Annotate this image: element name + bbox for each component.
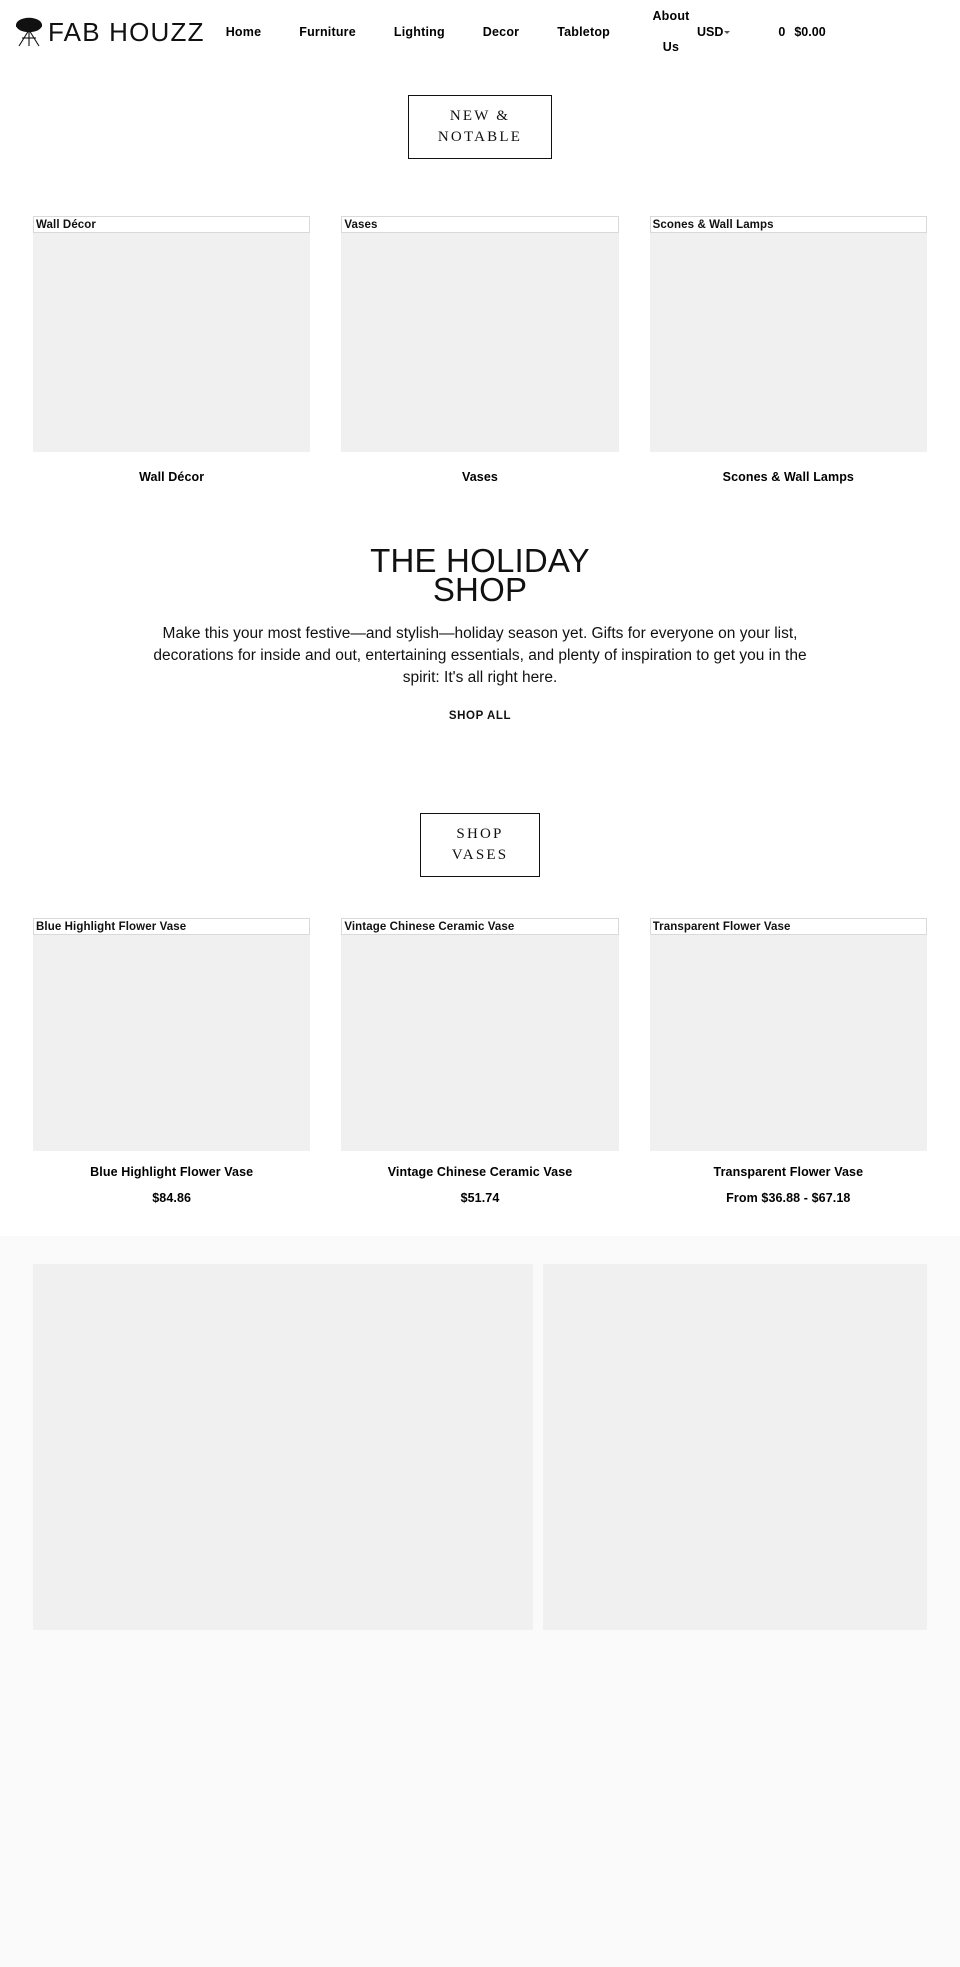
category-card-scones-wall-lamps[interactable]: Scones & Wall Lamps Scones & Wall Lamps: [649, 216, 927, 484]
spacer-after-holiday: [0, 724, 960, 793]
category-card-vases[interactable]: Vases Vases: [341, 216, 619, 484]
bottom-banner-grid: [33, 1264, 927, 1967]
category-image-alt: Wall Décor: [36, 218, 97, 231]
new-notable-button[interactable]: NEW & NOTABLE: [408, 95, 552, 159]
currency-label: USD: [697, 25, 724, 39]
product-grid: Blue Highlight Flower Vase Blue Highligh…: [0, 918, 960, 1205]
chevron-down-icon: [724, 31, 731, 34]
currency-selector[interactable]: USD: [697, 25, 731, 39]
shop-vases-line1: SHOP: [456, 826, 504, 842]
nav-item-home[interactable]: Home: [207, 25, 281, 39]
spacer-after-new-notable: [0, 159, 960, 216]
holiday-title-line2: SHOP: [432, 571, 528, 608]
broken-image-icon: Blue Highlight Flower Vase: [33, 918, 311, 935]
category-caption: Wall Décor: [139, 470, 205, 484]
broken-image-icon: Transparent Flower Vase: [649, 918, 927, 935]
holiday-description: Make this your most festive—and stylish—…: [153, 625, 807, 686]
product-price: From $36.88 - $67.18: [726, 1191, 851, 1205]
shop-vases-section: SHOP VASES: [0, 793, 960, 877]
broken-image-icon: Wall Décor: [33, 216, 311, 233]
chair-logo-icon: [16, 17, 42, 47]
product-image-placeholder: [341, 935, 619, 1151]
shop-all-link[interactable]: SHOP ALL: [449, 710, 511, 723]
bottom-banner-section: [0, 1236, 960, 1967]
product-image-placeholder: [33, 935, 311, 1151]
product-card-transparent-flower-vase[interactable]: Transparent Flower Vase Transparent Flow…: [649, 918, 927, 1205]
broken-image-icon: Scones & Wall Lamps: [649, 216, 927, 233]
banner-image-placeholder-right[interactable]: [543, 1264, 927, 1630]
category-image-alt: Vases: [344, 218, 378, 231]
banner-image-placeholder-left[interactable]: [33, 1264, 533, 1630]
new-notable-section: NEW & NOTABLE: [0, 64, 960, 159]
category-grid: Wall Décor Wall Décor Vases Vases Scones…: [0, 216, 960, 484]
spacer-before-holiday: [0, 484, 960, 546]
product-price: $84.86: [152, 1191, 192, 1205]
product-card-blue-highlight-flower-vase[interactable]: Blue Highlight Flower Vase Blue Highligh…: [33, 918, 311, 1205]
category-image-alt: Scones & Wall Lamps: [652, 218, 774, 231]
product-card-vintage-chinese-ceramic-vase[interactable]: Vintage Chinese Ceramic Vase Vintage Chi…: [341, 918, 619, 1205]
cart-total: $0.00: [794, 25, 826, 39]
cart-count: 0: [778, 25, 786, 39]
category-image-placeholder: [341, 233, 619, 452]
shop-vases-line2: VASES: [451, 847, 509, 863]
product-title: Vintage Chinese Ceramic Vase: [387, 1165, 573, 1179]
product-image-alt: Blue Highlight Flower Vase: [36, 920, 187, 933]
product-price: $51.74: [460, 1191, 500, 1205]
nav-item-about-us[interactable]: About Us: [645, 1, 697, 63]
product-title: Transparent Flower Vase: [713, 1165, 864, 1179]
main-navigation: Home Furniture Lighting Decor Tabletop A…: [207, 1, 697, 63]
product-image-placeholder: [649, 935, 927, 1151]
category-card-wall-decor[interactable]: Wall Décor Wall Décor: [33, 216, 311, 484]
cart-button[interactable]: 0 $0.00: [778, 25, 825, 39]
category-caption: Scones & Wall Lamps: [722, 470, 854, 484]
shop-vases-button[interactable]: SHOP VASES: [420, 813, 540, 877]
nav-item-lighting[interactable]: Lighting: [375, 25, 464, 39]
brand-logo[interactable]: FAB HOUZZ: [14, 16, 205, 48]
holiday-shop-section: THE HOLIDAY SHOP Make this your most fes…: [0, 544, 960, 724]
brand-name: FAB HOUZZ: [48, 17, 205, 47]
nav-item-decor[interactable]: Decor: [464, 25, 538, 39]
broken-image-icon: Vases: [341, 216, 619, 233]
category-image-placeholder: [649, 233, 927, 452]
product-title: Blue Highlight Flower Vase: [90, 1165, 254, 1179]
nav-item-tabletop[interactable]: Tabletop: [538, 25, 629, 39]
category-image-placeholder: [33, 233, 311, 452]
category-caption: Vases: [462, 470, 498, 484]
product-image-alt: Vintage Chinese Ceramic Vase: [344, 920, 515, 933]
broken-image-icon: Vintage Chinese Ceramic Vase: [341, 918, 619, 935]
site-header: FAB HOUZZ Home Furniture Lighting Decor …: [0, 0, 960, 64]
header-utilities: USD 0 $0.00: [697, 25, 960, 39]
spacer-before-products: [0, 877, 960, 918]
nav-item-furniture[interactable]: Furniture: [280, 25, 375, 39]
product-image-alt: Transparent Flower Vase: [652, 920, 791, 933]
